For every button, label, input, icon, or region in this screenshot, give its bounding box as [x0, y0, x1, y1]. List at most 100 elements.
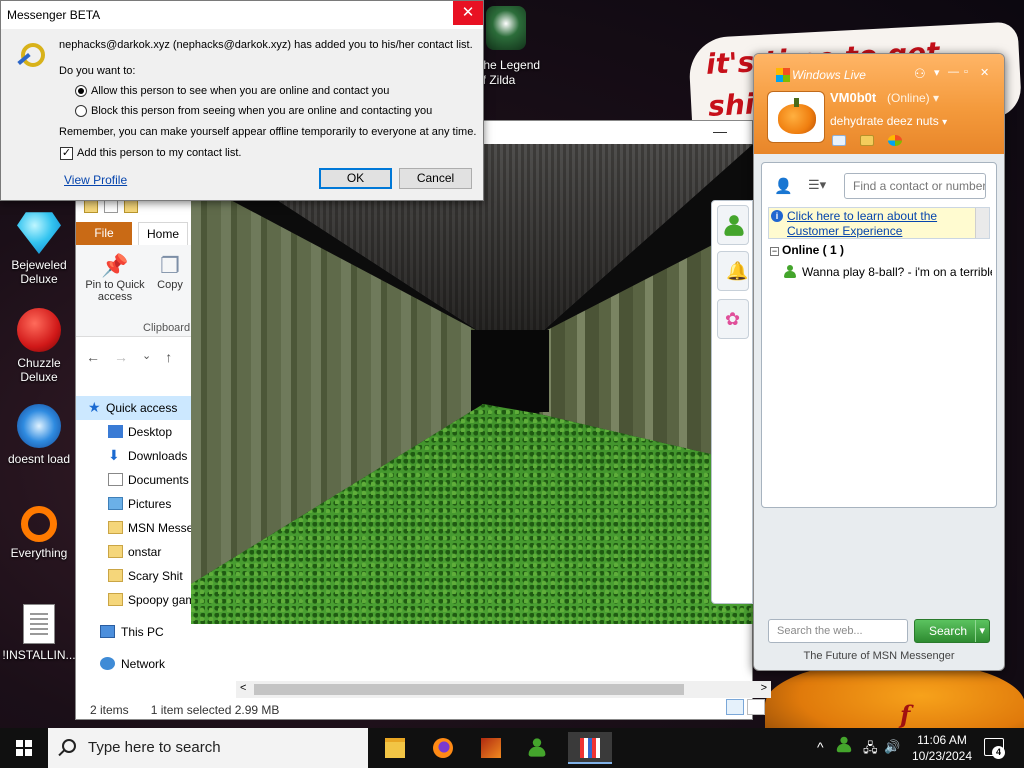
new-folder-icon[interactable]: [124, 199, 138, 213]
show-hidden-icons-icon[interactable]: ^: [817, 739, 824, 755]
desktop-icon-zelda[interactable]: [486, 6, 526, 50]
messenger-window[interactable]: Windows Live ⚇ ▾ — ▫ ✕ VM0b0t (Online) ▾…: [753, 53, 1005, 671]
alerts-tab[interactable]: 🔔: [717, 251, 749, 291]
people-icon[interactable]: ⚇: [914, 66, 926, 82]
desktop-icon-everything[interactable]: Everything: [1, 502, 77, 560]
web-search-button[interactable]: Search: [914, 619, 990, 643]
contact-item[interactable]: Wanna play 8-ball? - i'm on a terrible c…: [784, 265, 992, 279]
folder-icon: [108, 545, 123, 558]
forward-icon[interactable]: →: [114, 349, 128, 365]
option-block-label[interactable]: Block this person from seeing when you a…: [91, 105, 432, 117]
view-options-icon[interactable]: ☰▾: [808, 177, 826, 193]
add-contact-label[interactable]: Add this person to my contact list.: [77, 147, 241, 159]
minimize-icon[interactable]: —: [948, 66, 959, 78]
personal-message[interactable]: dehydrate deez nuts ▾: [830, 114, 947, 128]
mail-icon[interactable]: [832, 135, 846, 146]
activities-tab[interactable]: ✿: [717, 299, 749, 339]
tab-file[interactable]: File: [76, 222, 132, 245]
properties-icon[interactable]: [104, 199, 118, 213]
taskbar-messenger[interactable]: [517, 732, 561, 764]
menu-dropdown-icon[interactable]: ▾: [934, 66, 940, 79]
cancel-button[interactable]: Cancel: [399, 168, 472, 189]
tree-item-msn-messenger[interactable]: MSN Messenger: [76, 516, 196, 540]
copy-button[interactable]: ❐ Copy: [152, 253, 188, 291]
game-corridor-end: [471, 330, 549, 412]
start-button[interactable]: [0, 728, 48, 768]
status-label[interactable]: (Online) ▾: [887, 91, 939, 105]
scrollbar-thumb[interactable]: [254, 684, 684, 695]
tree-item-label: MSN Messenger: [128, 521, 196, 535]
close-icon[interactable]: ✕: [980, 66, 989, 79]
taskbar-active-window[interactable]: [568, 732, 612, 764]
horizontal-scrollbar[interactable]: < >: [236, 681, 771, 698]
tree-item-downloads[interactable]: ⬇ Downloads: [76, 444, 196, 468]
tree-item-label: Spoopy games: [128, 593, 196, 607]
desktop-icon-label: The Legend of Zilda: [476, 58, 541, 87]
view-profile-link[interactable]: View Profile: [64, 173, 127, 187]
everything-search-icon: [21, 506, 57, 542]
close-icon[interactable]: ✕: [453, 1, 483, 25]
contact-request-dialog[interactable]: Messenger BETA ✕ nephacks@darkok.xyz (ne…: [0, 0, 484, 201]
details-view-icon[interactable]: [726, 699, 744, 715]
web-search-input[interactable]: Search the web...: [768, 619, 908, 643]
taskbar-game[interactable]: [469, 732, 513, 764]
game-viewport[interactable]: [191, 144, 753, 624]
desktop-icon-installing[interactable]: !INSTALLIN...: [1, 604, 77, 662]
clock-time: 11:06 AM: [917, 733, 967, 747]
tree-item-documents[interactable]: Documents: [76, 468, 196, 492]
desktop-icon-bejeweled[interactable]: Bejeweled Deluxe: [1, 210, 77, 286]
pin-quick-access-button[interactable]: 📌 Pin to Quick access: [82, 253, 148, 303]
tree-item-quick-access[interactable]: ★ Quick access: [76, 396, 196, 420]
up-icon[interactable]: ↑: [165, 349, 172, 365]
collapse-icon[interactable]: −: [770, 247, 779, 256]
recent-locations-icon[interactable]: ⌄: [142, 349, 151, 365]
tree-item-onstar[interactable]: onstar: [76, 540, 196, 564]
ok-button[interactable]: OK: [319, 168, 392, 189]
tree-item-spoopy[interactable]: Spoopy games: [76, 588, 196, 612]
pumpkin-stem: [794, 98, 799, 107]
taskbar-file-explorer[interactable]: [373, 732, 417, 764]
back-icon[interactable]: ←: [86, 349, 100, 365]
messenger-tray-icon[interactable]: [836, 736, 856, 753]
maximize-icon[interactable]: ▫: [964, 66, 968, 78]
contacts-icon: [724, 215, 744, 236]
scroll-left-icon[interactable]: <: [240, 682, 246, 694]
tree-item-network[interactable]: Network: [76, 652, 196, 676]
scroll-right-icon[interactable]: >: [761, 682, 767, 694]
radio-block[interactable]: [75, 105, 87, 117]
tree-item-desktop[interactable]: Desktop: [76, 420, 196, 444]
taskbar-firefox[interactable]: [421, 732, 465, 764]
tree-item-pictures[interactable]: Pictures: [76, 492, 196, 516]
network-icon[interactable]: 🖧: [863, 739, 878, 761]
volume-icon[interactable]: 🔊: [884, 739, 900, 755]
star-icon: ★: [88, 399, 101, 415]
option-allow-label[interactable]: Allow this person to see when you are on…: [91, 85, 389, 97]
display-name[interactable]: VM0b0t: [830, 90, 876, 105]
avatar[interactable]: [768, 92, 824, 142]
add-contact-icon[interactable]: 👤: [774, 177, 793, 195]
windows-live-spaces-icon[interactable]: [888, 135, 902, 146]
group-online[interactable]: − Online ( 1 ): [770, 243, 844, 257]
desktop-icon-doesnt-load[interactable]: doesnt load: [1, 404, 77, 466]
desktop-icon-chuzzle[interactable]: Chuzzle Deluxe: [1, 308, 77, 384]
chuzzle-icon: [17, 308, 61, 352]
tab-home[interactable]: Home: [138, 222, 188, 245]
contact-search-input[interactable]: Find a contact or number...: [844, 173, 986, 199]
radio-allow[interactable]: [75, 85, 87, 97]
status-selection: 1 item selected 2.99 MB: [150, 703, 280, 717]
banner-scrollbar[interactable]: [975, 208, 989, 238]
bejeweled-icon: [17, 212, 61, 254]
folder-icon[interactable]: [860, 135, 874, 146]
large-icons-view-icon[interactable]: [747, 699, 765, 715]
tree-item-this-pc[interactable]: This PC: [76, 620, 196, 644]
folder-icon[interactable]: [84, 199, 98, 213]
minimize-icon[interactable]: —: [713, 123, 727, 139]
tree-item-scary[interactable]: Scary Shit: [76, 564, 196, 588]
clock[interactable]: 11:06 AM 10/23/2024: [906, 732, 978, 764]
network-icon: [100, 657, 115, 670]
customer-experience-link[interactable]: Click here to learn about the Customer E…: [787, 209, 972, 239]
add-contact-checkbox[interactable]: ✓: [60, 147, 73, 160]
contacts-tab[interactable]: [717, 205, 749, 245]
taskbar-search[interactable]: Type here to search: [48, 728, 368, 768]
dialog-question: Do you want to:: [59, 65, 136, 77]
